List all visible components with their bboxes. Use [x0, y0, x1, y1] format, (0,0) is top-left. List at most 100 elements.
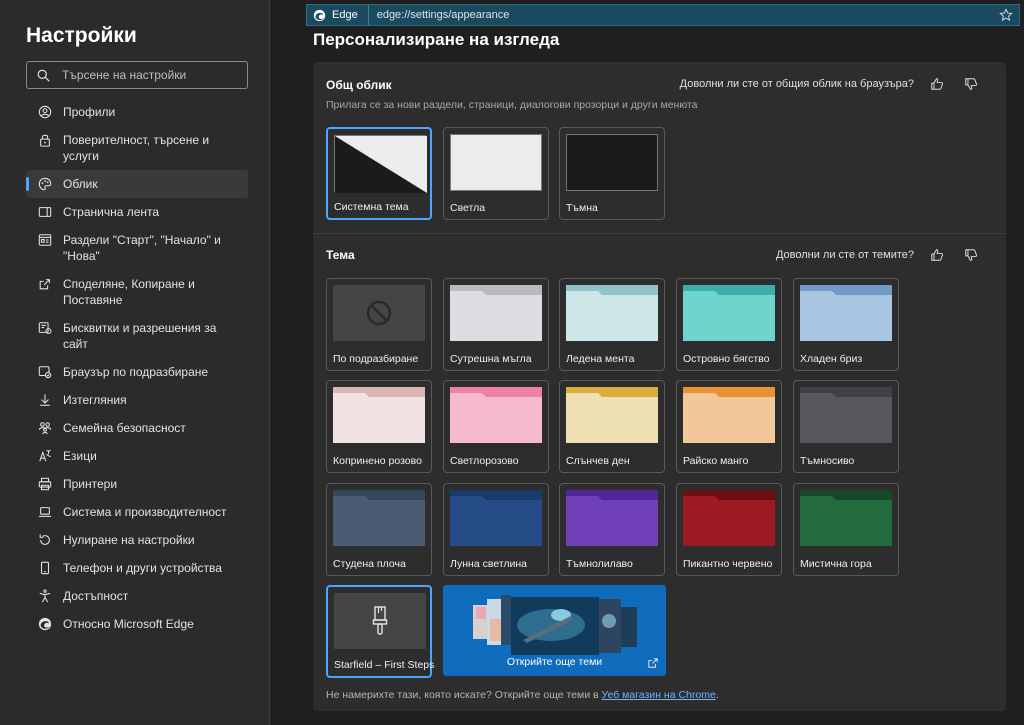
theme-label: Райско манго — [683, 455, 749, 467]
sidebar-item-edge-logo[interactable]: Относно Microsoft Edge — [26, 610, 248, 638]
theme-preview — [333, 387, 425, 443]
theme-tile[interactable]: Лунна светлина — [443, 483, 549, 576]
thumbs-up-icon[interactable] — [930, 77, 944, 91]
search-icon — [37, 69, 50, 82]
discover-more-themes-button[interactable]: Открийте още теми — [443, 585, 666, 676]
theme-label: Светлорозово — [450, 455, 519, 467]
sidebar-item-label: Бисквитки и разрешения за сайт — [63, 321, 217, 351]
theme-preview — [683, 285, 775, 341]
sidebar-title: Настройки — [26, 24, 137, 47]
sidebar-item-cookie-permissions[interactable]: Бисквитки и разрешения за сайт — [26, 314, 248, 358]
reset-icon — [38, 533, 52, 547]
theme-label: Тъмносиво — [800, 455, 855, 467]
sidebar-icon — [38, 205, 52, 219]
theme-label: Ледена мента — [566, 353, 635, 365]
address-bar[interactable]: Edge edge://settings/appearance — [306, 4, 1020, 26]
start-page-icon — [38, 233, 52, 247]
sidebar-item-accessibility[interactable]: Достъпност — [26, 582, 248, 610]
theme-tile[interactable]: Сутрешна мъгла — [443, 278, 549, 371]
theme-feedback-text: Доволни ли сте от темите? — [775, 249, 914, 261]
theme-tile[interactable]: Светлорозово — [443, 380, 549, 473]
theme-label: Слънчев ден — [566, 455, 630, 467]
theme-tile[interactable]: Ледена мента — [559, 278, 665, 371]
sidebar-item-profile[interactable]: Профили — [26, 98, 248, 126]
sidebar-item-default-browser[interactable]: Браузър по подразбиране — [26, 358, 248, 386]
theme-tile[interactable]: Пикантно червено — [676, 483, 782, 576]
theme-preview — [683, 490, 775, 546]
sidebar-item-label: Раздели "Старт", "Начало" и "Нова" — [63, 233, 221, 263]
theme-preview — [334, 593, 426, 649]
palette-icon — [38, 177, 52, 191]
search-input[interactable] — [62, 68, 242, 82]
sidebar-item-label: Езици — [63, 449, 97, 463]
mode-label: Системна тема — [334, 201, 409, 213]
theme-tile[interactable]: Тъмносиво — [793, 380, 899, 473]
sidebar-item-label: Поверителност, търсене и услуги — [63, 133, 210, 163]
appearance-mode-tile[interactable]: Тъмна — [559, 127, 665, 220]
sidebar-item-label: Нулиране на настройки — [63, 533, 195, 547]
sidebar-item-sidebar[interactable]: Странична лента — [26, 198, 248, 226]
theme-tile[interactable]: Starfield – First Steps — [326, 585, 435, 678]
thumbs-up-icon[interactable] — [930, 248, 944, 262]
thumbs-down-icon[interactable] — [964, 77, 978, 91]
theme-tile[interactable]: Райско манго — [676, 380, 782, 473]
settings-sidebar: Настройки Профили Поверителност, търсене … — [0, 0, 270, 725]
theme-tile[interactable]: Копринено розово — [326, 380, 432, 473]
url-text[interactable]: edge://settings/appearance — [377, 9, 510, 21]
mode-preview — [334, 135, 427, 193]
theme-feedback: Доволни ли сте от темите? — [776, 248, 978, 262]
favorite-star-icon[interactable] — [999, 8, 1013, 22]
theme-preview — [566, 285, 658, 341]
sidebar-item-label: Система и производителност — [63, 505, 227, 519]
language-icon — [38, 449, 52, 463]
general-heading: Общ облик — [326, 78, 392, 92]
sidebar-item-phone[interactable]: Телефон и други устройства — [26, 554, 248, 582]
theme-tile[interactable]: Студена плоча — [326, 483, 432, 576]
edge-logo-icon — [38, 617, 52, 631]
theme-preview — [450, 387, 542, 443]
theme-tile[interactable]: Хладен бриз — [793, 278, 899, 371]
page-title: Персонализиране на изгледа — [313, 30, 560, 49]
theme-tile[interactable]: Мистична гора — [793, 483, 899, 576]
theme-preview — [450, 285, 542, 341]
theme-label: Мистична гора — [800, 558, 872, 570]
theme-preview — [683, 387, 775, 443]
profile-icon — [38, 105, 52, 119]
theme-label: Пикантно червено — [683, 558, 773, 570]
discover-more-themes-label: Открийте още теми — [506, 656, 603, 668]
sidebar-item-printer[interactable]: Принтери — [26, 470, 248, 498]
sidebar-item-laptop[interactable]: Система и производителност — [26, 498, 248, 526]
mode-label: Тъмна — [566, 202, 598, 214]
thumbs-down-icon[interactable] — [964, 248, 978, 262]
appearance-mode-tile[interactable]: Системна тема — [326, 127, 432, 220]
laptop-icon — [38, 505, 52, 519]
theme-tile[interactable]: По подразбиране — [326, 278, 432, 371]
browser-label: Edge — [332, 9, 358, 21]
theme-tile[interactable]: Тъмнолилаво — [559, 483, 665, 576]
sidebar-item-palette[interactable]: Облик — [26, 170, 248, 198]
sidebar-item-label: Профили — [63, 105, 116, 119]
sidebar-item-start-page[interactable]: Раздели "Старт", "Начало" и "Нова" — [26, 226, 248, 270]
chrome-store-link[interactable]: Уеб магазин на Chrome — [602, 689, 716, 701]
general-subtitle: Прилага се за нови раздели, страници, ди… — [326, 99, 698, 111]
sidebar-item-download[interactable]: Изтегляния — [26, 386, 248, 414]
theme-label: Starfield – First Steps — [334, 659, 435, 671]
search-box[interactable] — [26, 61, 248, 89]
external-link-icon — [648, 658, 658, 668]
sidebar-item-share[interactable]: Споделяне, Копиране и Поставяне — [26, 270, 248, 314]
sidebar-item-reset[interactable]: Нулиране на настройки — [26, 526, 248, 554]
theme-tile[interactable]: Слънчев ден — [559, 380, 665, 473]
appearance-mode-tile[interactable]: Светла — [443, 127, 549, 220]
sidebar-item-language[interactable]: Езици — [26, 442, 248, 470]
sidebar-item-label: Достъпност — [63, 589, 129, 603]
theme-preview — [566, 387, 658, 443]
sidebar-item-family[interactable]: Семейна безопасност — [26, 414, 248, 442]
edge-site-chip[interactable]: Edge — [307, 5, 369, 25]
lock-icon — [38, 133, 52, 147]
theme-tile[interactable]: Островно бягство — [676, 278, 782, 371]
download-icon — [38, 393, 52, 407]
accessibility-icon — [38, 589, 52, 603]
general-feedback-text: Доволни ли сте от общия облик на браузър… — [679, 78, 914, 90]
theme-preview — [333, 490, 425, 546]
sidebar-item-lock[interactable]: Поверителност, търсене и услуги — [26, 126, 248, 170]
